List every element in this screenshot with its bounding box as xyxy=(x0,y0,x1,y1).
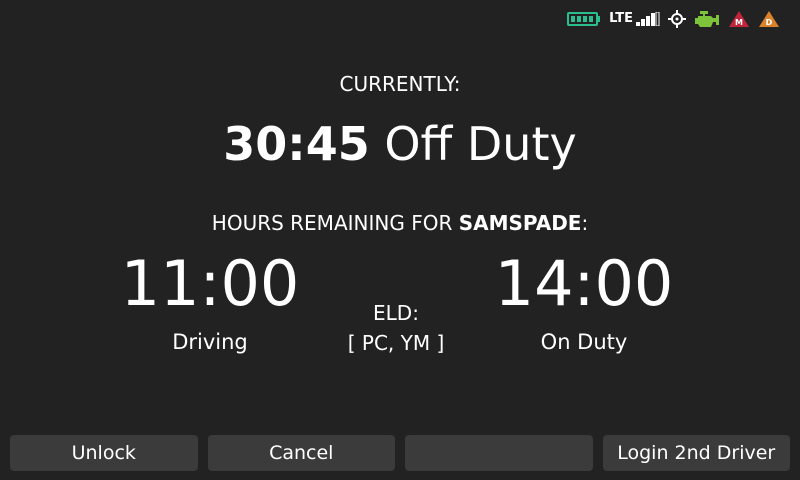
current-status-time: 30:45 xyxy=(223,117,370,171)
cancel-button[interactable]: Cancel xyxy=(207,435,395,471)
network-status: LTE xyxy=(609,12,660,26)
empty-button[interactable] xyxy=(405,435,593,471)
diagnostic-letter: D xyxy=(766,18,773,27)
onduty-time: 14:00 xyxy=(494,247,674,320)
hours-remaining-prefix: HOURS REMAINING FOR xyxy=(211,211,459,235)
eld-status-screen: LTE M D CURRENTLY: 30:45 Off Duty HOURS … xyxy=(0,0,800,480)
login-second-driver-button[interactable]: Login 2nd Driver xyxy=(602,435,790,471)
currently-label: CURRENTLY: xyxy=(339,72,461,96)
gps-icon xyxy=(668,10,686,28)
battery-icon xyxy=(567,11,601,27)
current-status-state: Off Duty xyxy=(384,117,577,171)
hours-remaining-heading: HOURS REMAINING FOR SAMSPADE: xyxy=(0,211,800,235)
button-row: Unlock Cancel Login 2nd Driver xyxy=(10,435,790,471)
current-status: 30:45 Off Duty xyxy=(0,114,800,174)
eld-label: ELD: xyxy=(373,301,419,325)
onduty-label: On Duty xyxy=(540,330,628,354)
driving-time: 11:00 xyxy=(120,247,300,320)
diagnostic-warning-icon: D xyxy=(758,10,780,28)
malfunction-warning-icon: M xyxy=(728,10,750,28)
driving-label: Driving xyxy=(172,330,248,354)
driver-name: SAMSPADE xyxy=(458,211,582,235)
unlock-button[interactable]: Unlock xyxy=(10,435,198,471)
signal-bars-icon xyxy=(636,12,660,26)
status-bar: LTE M D xyxy=(567,8,780,30)
onduty-remaining: 14:00 On Duty xyxy=(454,244,714,356)
hours-remaining-suffix: : xyxy=(581,211,589,235)
network-label: LTE xyxy=(609,11,633,26)
eld-value: [ PC, YM ] xyxy=(347,331,445,355)
driving-remaining: 11:00 Driving xyxy=(80,244,340,356)
engine-icon xyxy=(694,10,720,28)
eld-status: ELD: [ PC, YM ] xyxy=(316,298,476,358)
malfunction-letter: M xyxy=(735,18,743,27)
